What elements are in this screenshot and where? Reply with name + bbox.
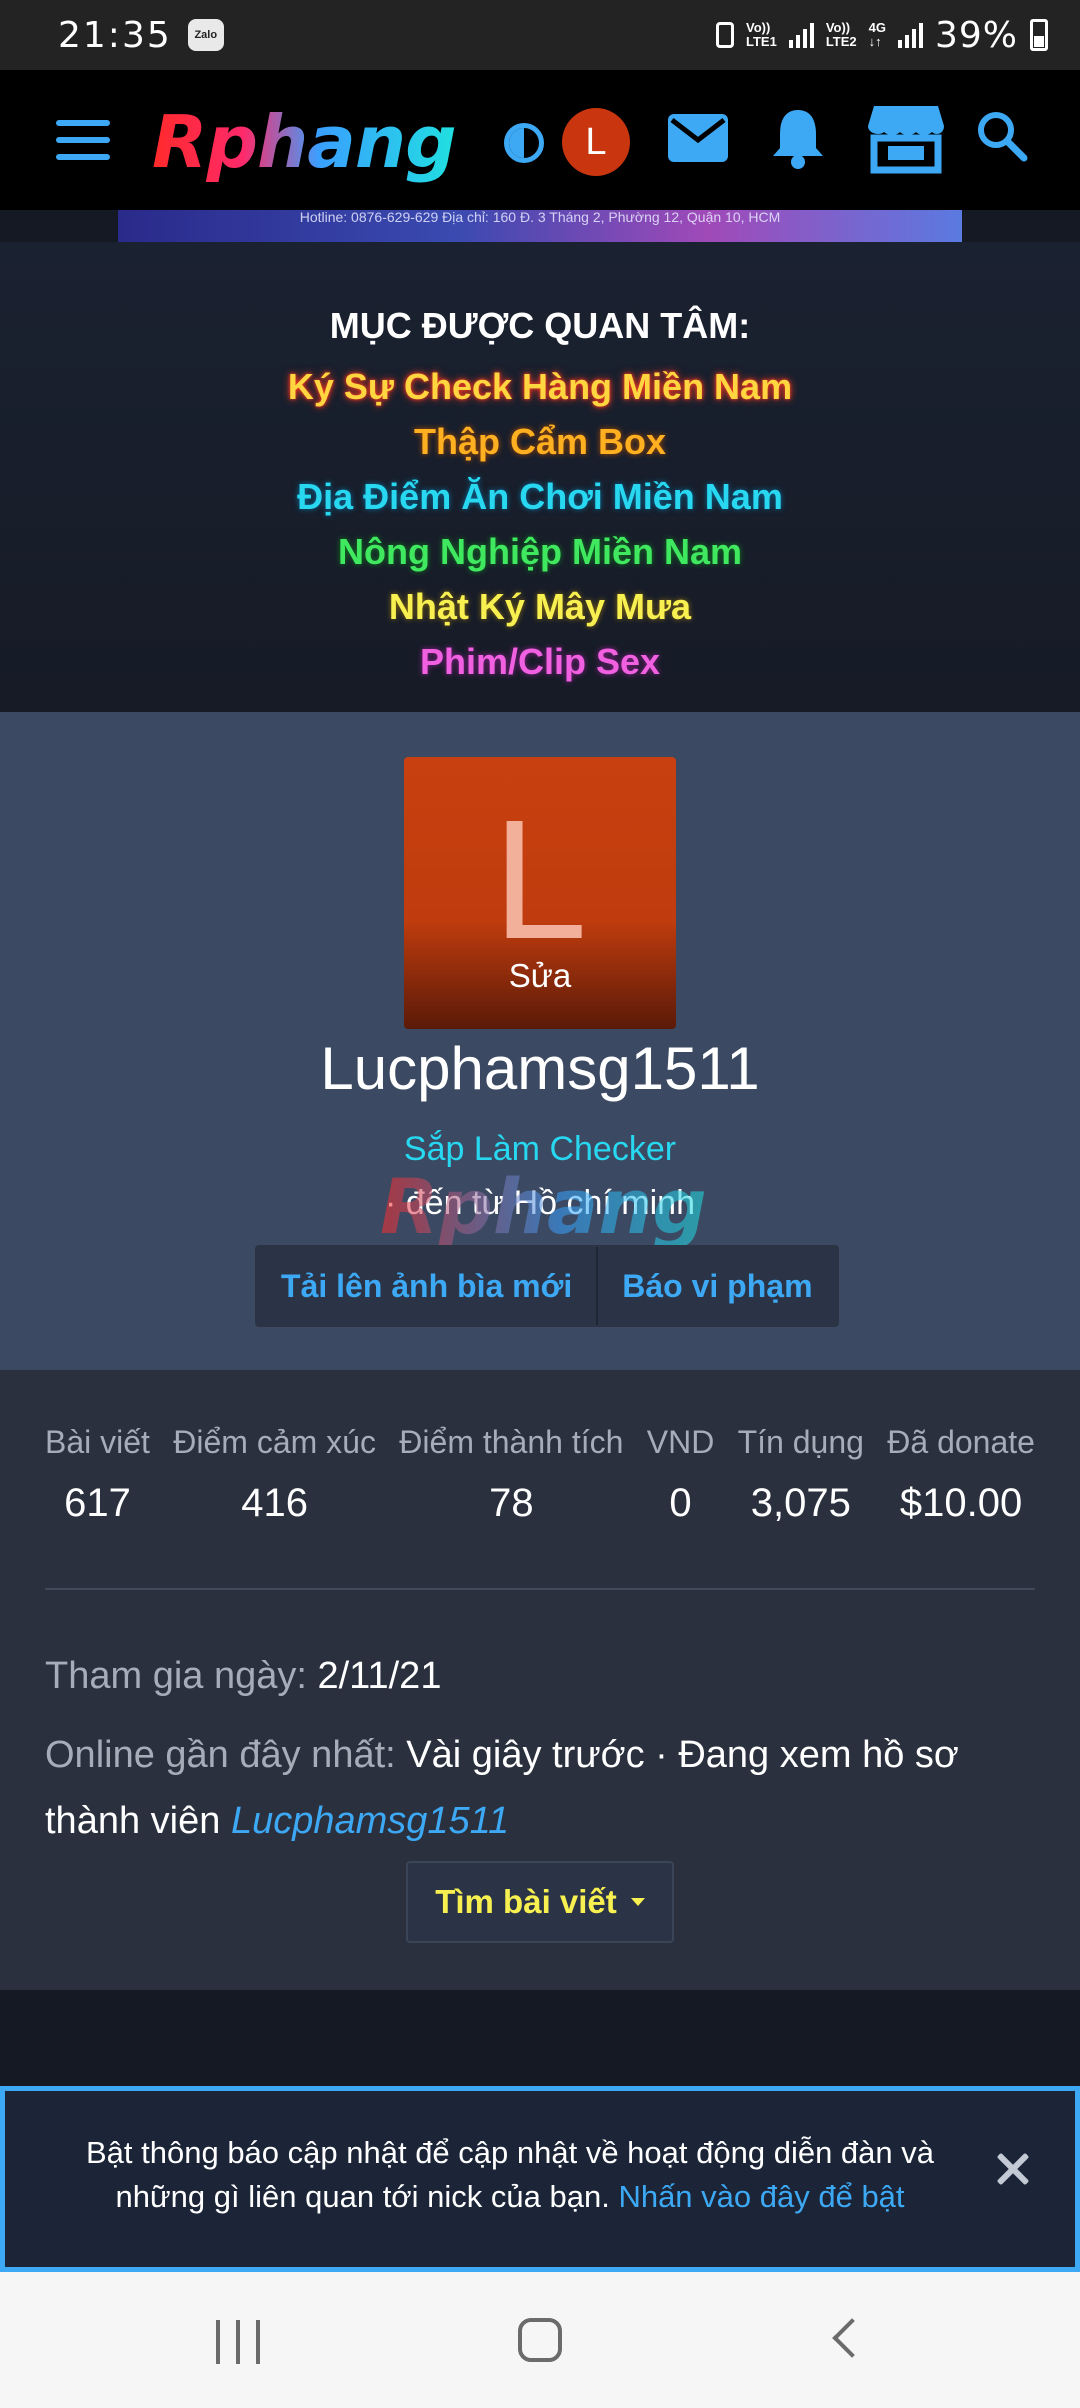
theme-toggle-icon[interactable] xyxy=(504,123,544,163)
featured-title: MỤC ĐƯỢC QUAN TÂM: xyxy=(329,305,751,346)
stat-value: $10.00 xyxy=(899,1481,1023,1525)
chevron-down-icon xyxy=(630,1898,645,1906)
stat-label: Điểm thành tích xyxy=(399,1424,624,1460)
find-posts-button[interactable]: Tìm bài viết xyxy=(406,1861,674,1943)
divider xyxy=(45,1588,1035,1590)
stat-label: Điểm cảm xúc xyxy=(173,1424,376,1460)
stat-credits: Tín dụng 3,075 xyxy=(738,1424,864,1526)
profile-stats: Bài viết 617 Điểm cảm xúc 416 Điểm thành… xyxy=(0,1370,1080,1990)
stat-posts[interactable]: Bài viết 617 xyxy=(45,1424,150,1526)
battery-icon xyxy=(1030,19,1048,51)
stats-row: Bài viết 617 Điểm cảm xúc 416 Điểm thành… xyxy=(45,1424,1035,1526)
signal-icon xyxy=(897,22,923,48)
data-type-icon: 4G ↓↑ xyxy=(868,20,886,49)
watermark-logo: Rphang xyxy=(380,1162,707,1251)
banner-text: Hotline: 0876-629-629 Địa chỉ: 160 Đ. 3 … xyxy=(299,210,781,225)
status-time: 21:35 xyxy=(58,14,172,56)
notice-text: Bật thông báo cập nhật để cập nhật về ho… xyxy=(85,2135,935,2214)
stat-label: Tín dụng xyxy=(737,1424,864,1460)
page-footer-area xyxy=(0,1990,1080,2086)
ad-banner[interactable]: Hotline: 0876-629-629 Địa chỉ: 160 Đ. 3 … xyxy=(118,210,962,242)
bell-icon[interactable] xyxy=(770,106,826,170)
edit-avatar-label[interactable]: Sửa xyxy=(404,957,676,995)
featured-link[interactable]: Địa Điểm Ăn Chơi Miền Nam xyxy=(0,469,1080,524)
stat-donated: Đã donate $10.00 xyxy=(887,1424,1035,1526)
featured-link[interactable]: Thập Cẩm Box xyxy=(0,414,1080,469)
site-header: Rphang L xyxy=(0,70,1080,210)
stat-value: 78 xyxy=(489,1481,534,1525)
stat-value: 0 xyxy=(669,1481,692,1525)
last-online: Online gần đây nhất: Vài giây trước · Đa… xyxy=(45,1734,959,1842)
vpn-key-icon xyxy=(715,22,734,48)
profile-avatar[interactable]: L Sửa xyxy=(404,757,676,1029)
stat-value: 416 xyxy=(241,1481,308,1525)
signal-icon xyxy=(788,22,814,48)
stat-value: 617 xyxy=(64,1481,131,1525)
back-icon[interactable] xyxy=(832,2318,872,2358)
featured-link[interactable]: Nhật Ký Mây Mưa xyxy=(0,579,1080,634)
profile-username: Lucphamsg1511 xyxy=(320,1035,760,1102)
upload-cover-button[interactable]: Tải lên ảnh bìa mới xyxy=(257,1247,596,1325)
featured-link[interactable]: Phim/Clip Sex xyxy=(0,634,1080,689)
featured-link[interactable]: Ký Sự Check Hàng Miền Nam xyxy=(0,359,1080,414)
push-notification-prompt: Bật thông báo cập nhật để cập nhật về ho… xyxy=(0,2086,1080,2272)
stat-label: VND xyxy=(646,1424,715,1460)
profile-header: L Sửa Lucphamsg1511 Sắp Làm Checker · đế… xyxy=(0,712,1080,1370)
zalo-notification-icon: Zalo xyxy=(187,19,224,51)
find-posts-label: Tìm bài viết xyxy=(435,1883,617,1920)
user-avatar[interactable]: L xyxy=(562,108,630,176)
recent-apps-icon[interactable] xyxy=(216,2320,260,2364)
site-logo[interactable]: Rphang xyxy=(152,100,457,184)
report-button[interactable]: Báo vi phạm xyxy=(596,1247,836,1325)
enable-notifications-link[interactable]: Nhấn vào đây để bật xyxy=(618,2179,904,2214)
profile-link[interactable]: Lucphamsg1511 xyxy=(231,1800,509,1842)
stat-reactions[interactable]: Điểm cảm xúc 416 xyxy=(173,1424,376,1526)
stat-trophies[interactable]: Điểm thành tích 78 xyxy=(399,1424,623,1526)
stat-value: 3,075 xyxy=(750,1481,851,1525)
system-nav-bar xyxy=(0,2272,1080,2408)
battery-percent: 39% xyxy=(934,14,1018,56)
avatar-letter: L xyxy=(492,785,588,975)
menu-icon[interactable] xyxy=(56,120,110,160)
profile-actions: Tải lên ảnh bìa mới Báo vi phạm xyxy=(255,1245,839,1327)
featured-sections: MỤC ĐƯỢC QUAN TÂM: Ký Sự Check Hàng Miền… xyxy=(0,242,1080,712)
sim1-network: Vo)) LTE1 xyxy=(745,20,777,49)
sim2-network: Vo)) LTE2 xyxy=(825,20,857,49)
join-date: Tham gia ngày: 2/11/21 xyxy=(45,1655,442,1697)
mail-icon[interactable] xyxy=(668,114,728,162)
featured-link[interactable]: Nông Nghiệp Miền Nam xyxy=(0,524,1080,579)
stat-label: Bài viết xyxy=(45,1424,150,1460)
stat-vnd: VND 0 xyxy=(647,1424,715,1526)
status-bar: 21:35 Zalo Vo)) LTE1 Vo)) LTE2 4G ↓↑ 39% xyxy=(0,0,1080,70)
search-icon[interactable] xyxy=(976,110,1028,162)
close-icon[interactable] xyxy=(995,2151,1031,2187)
store-icon[interactable] xyxy=(866,102,946,174)
home-icon[interactable] xyxy=(518,2318,562,2362)
stat-label: Đã donate xyxy=(887,1424,1035,1460)
